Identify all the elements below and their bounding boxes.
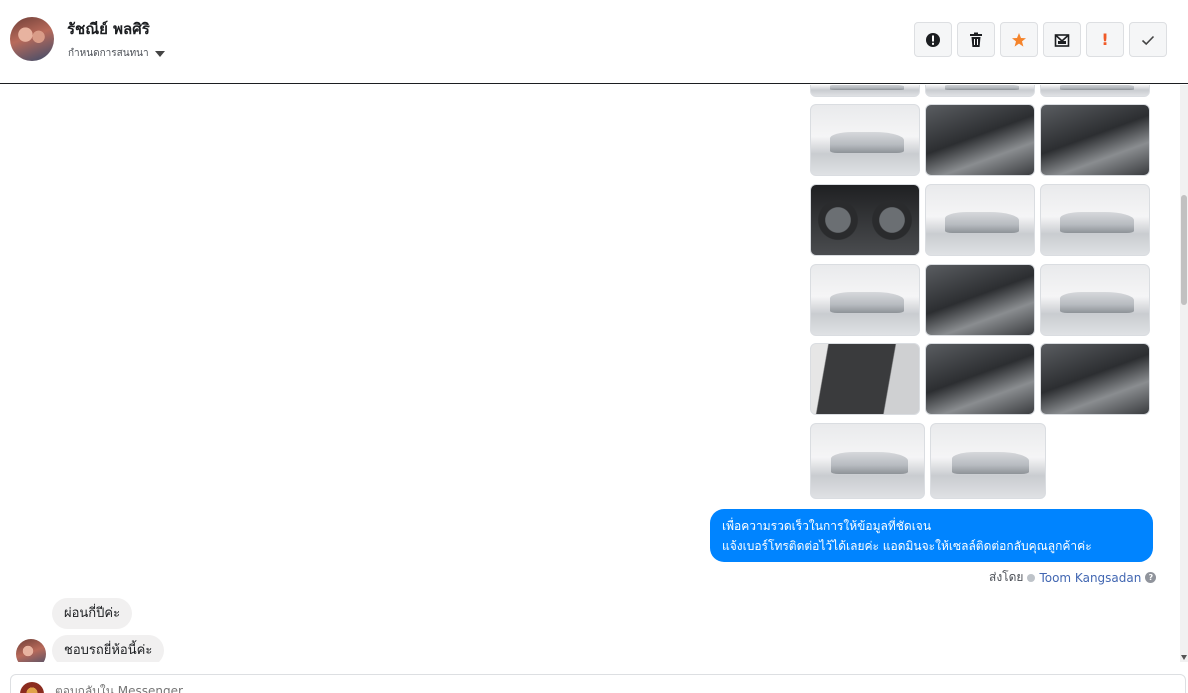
car-photo[interactable] [810,184,920,256]
help-icon[interactable]: ? [1145,572,1157,583]
reply-composer[interactable] [10,674,1186,693]
star-button[interactable] [1000,22,1038,57]
mark-done-button[interactable] [1129,22,1167,57]
page-avatar [20,682,44,693]
thread-scrollbar[interactable] [1180,85,1188,662]
car-photo[interactable] [810,264,920,336]
trash-icon [970,32,982,47]
reply-input[interactable] [55,684,655,693]
schedule-label: กำหนดการสนทนา [68,48,149,59]
car-photo[interactable] [810,104,920,176]
scroll-down-icon[interactable] [1181,655,1187,660]
alert-icon [926,32,940,47]
report-button[interactable] [914,22,952,57]
mark-unread-button[interactable] [1043,22,1081,57]
star-icon [1012,32,1026,47]
priority-button[interactable]: ! [1086,22,1124,57]
caret-down-icon [154,50,165,57]
car-photo[interactable] [1040,85,1150,97]
outgoing-line-1: เพื่อความรวดเร็วในการให้ข้อมูลที่ชัดเจน [722,519,932,533]
car-photo[interactable] [1040,343,1150,415]
scroll-thumb[interactable] [1181,195,1187,305]
car-photo[interactable] [925,85,1035,97]
message-thread[interactable]: เพื่อความรวดเร็วในการให้ข้อมูลที่ชัดเจน … [0,85,1180,662]
mark-unread-icon [1054,33,1070,47]
car-photo[interactable] [925,184,1035,256]
car-photo[interactable] [925,104,1035,176]
car-photo[interactable] [925,264,1035,336]
car-photo[interactable] [1040,104,1150,176]
car-photo[interactable] [1040,184,1150,256]
conversation-header: รัชณีย์ พลศิริ กำหนดการสนทนา ! [0,0,1188,84]
delete-button[interactable] [957,22,995,57]
priority-icon: ! [1101,30,1109,49]
page-icon [1027,573,1036,582]
sender-avatar[interactable] [16,639,46,662]
incoming-message[interactable]: ชอบรถยี่ห้อนี้ค่ะ [52,635,165,662]
sender-name[interactable]: Toom Kangsadan [1039,571,1141,585]
car-photo[interactable] [925,343,1035,415]
car-photo[interactable] [810,85,920,97]
sent-by-label: ส่งโดย [989,570,1024,584]
outgoing-message[interactable]: เพื่อความรวดเร็วในการให้ข้อมูลที่ชัดเจน … [710,509,1153,562]
contact-avatar[interactable] [10,17,54,61]
contact-name[interactable]: รัชณีย์ พลศิริ [67,17,150,41]
incoming-message[interactable]: ผ่อนกี่ปีค่ะ [52,598,133,629]
car-photo[interactable] [810,423,925,499]
sent-by: ส่งโดย Toom Kangsadan ? [989,568,1157,587]
schedule-dropdown[interactable]: กำหนดการสนทนา [68,46,165,61]
check-icon [1141,35,1155,45]
action-toolbar: ! [914,22,1167,57]
outgoing-line-2: แจ้งเบอร์โทรติดต่อไว้ได้เลยค่ะ แอดมินจะใ… [722,539,1092,553]
car-photo[interactable] [810,343,920,415]
car-photo[interactable] [1040,264,1150,336]
car-photo[interactable] [930,423,1046,499]
